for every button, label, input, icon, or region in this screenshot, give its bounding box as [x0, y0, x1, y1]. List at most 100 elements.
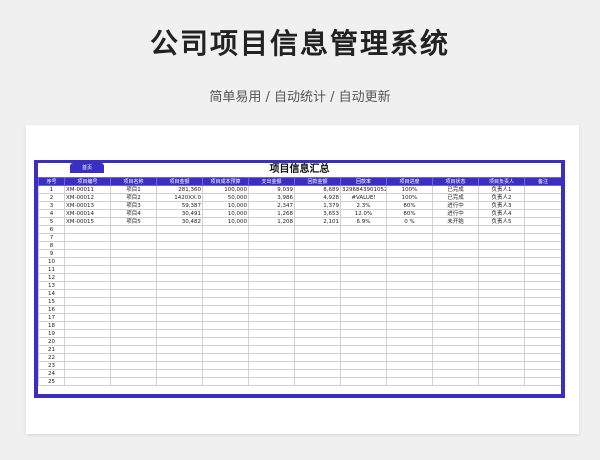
table-cell[interactable]: [478, 361, 525, 370]
table-cell[interactable]: [478, 241, 525, 250]
table-cell[interactable]: [340, 273, 387, 282]
table-cell[interactable]: 负责人1: [478, 185, 525, 194]
table-cell[interactable]: [156, 281, 203, 290]
table-cell[interactable]: [248, 353, 295, 362]
table-cell[interactable]: [248, 377, 295, 386]
table-cell[interactable]: [202, 257, 249, 266]
table-cell[interactable]: [340, 345, 387, 354]
table-cell[interactable]: [110, 273, 157, 282]
table-cell[interactable]: [524, 321, 561, 330]
table-cell[interactable]: [110, 369, 157, 378]
table-cell[interactable]: 1420XX.0: [156, 193, 203, 202]
table-cell[interactable]: 4,928: [294, 193, 341, 202]
table-cell[interactable]: 9,039: [248, 185, 295, 194]
table-cell[interactable]: 23: [38, 361, 65, 370]
table-cell[interactable]: [110, 345, 157, 354]
table-cell[interactable]: [64, 321, 111, 330]
table-cell[interactable]: [248, 313, 295, 322]
table-cell[interactable]: [110, 289, 157, 298]
table-cell[interactable]: 6: [38, 225, 65, 234]
table-cell[interactable]: [432, 313, 479, 322]
table-cell[interactable]: [64, 273, 111, 282]
table-cell[interactable]: [386, 321, 433, 330]
table-cell[interactable]: [294, 257, 341, 266]
table-cell[interactable]: [478, 305, 525, 314]
table-cell[interactable]: [64, 249, 111, 258]
table-cell[interactable]: [386, 345, 433, 354]
table-cell[interactable]: [432, 289, 479, 298]
table-cell[interactable]: [386, 289, 433, 298]
table-cell[interactable]: [64, 257, 111, 266]
table-cell[interactable]: [64, 265, 111, 274]
table-cell[interactable]: [202, 281, 249, 290]
table-cell[interactable]: [110, 281, 157, 290]
table-cell[interactable]: [156, 345, 203, 354]
table-cell[interactable]: [110, 329, 157, 338]
table-cell[interactable]: [110, 265, 157, 274]
table-cell[interactable]: [156, 337, 203, 346]
table-cell[interactable]: [432, 241, 479, 250]
table-cell[interactable]: 59,387: [156, 201, 203, 210]
table-cell[interactable]: XM-00013: [64, 201, 111, 210]
table-cell[interactable]: [110, 257, 157, 266]
table-cell[interactable]: [432, 225, 479, 234]
table-cell[interactable]: [64, 233, 111, 242]
table-cell[interactable]: [248, 281, 295, 290]
table-cell[interactable]: 项目1: [110, 185, 157, 194]
table-cell[interactable]: [524, 305, 561, 314]
table-cell[interactable]: [202, 265, 249, 274]
table-cell[interactable]: [110, 249, 157, 258]
table-cell[interactable]: 100%: [386, 193, 433, 202]
table-cell[interactable]: [294, 249, 341, 258]
table-cell[interactable]: [156, 249, 203, 258]
table-cell[interactable]: [294, 321, 341, 330]
table-cell[interactable]: [248, 289, 295, 298]
table-cell[interactable]: [432, 249, 479, 258]
table-cell[interactable]: [386, 249, 433, 258]
table-cell[interactable]: [248, 369, 295, 378]
table-cell[interactable]: 7: [38, 233, 65, 242]
table-cell[interactable]: [340, 361, 387, 370]
table-cell[interactable]: 10: [38, 257, 65, 266]
table-cell[interactable]: [386, 273, 433, 282]
table-cell[interactable]: 281,360: [156, 185, 203, 194]
table-cell[interactable]: [524, 297, 561, 306]
table-cell[interactable]: [248, 273, 295, 282]
table-cell[interactable]: [248, 337, 295, 346]
table-cell[interactable]: [248, 241, 295, 250]
table-cell[interactable]: 2: [38, 193, 65, 202]
table-cell[interactable]: [64, 241, 111, 250]
table-cell[interactable]: [524, 345, 561, 354]
table-cell[interactable]: [294, 265, 341, 274]
table-cell[interactable]: [340, 225, 387, 234]
table-cell[interactable]: [202, 305, 249, 314]
table-cell[interactable]: [432, 297, 479, 306]
table-cell[interactable]: 12: [38, 273, 65, 282]
table-cell[interactable]: [294, 297, 341, 306]
table-cell[interactable]: [156, 297, 203, 306]
table-cell[interactable]: XM-00015: [64, 217, 111, 226]
table-cell[interactable]: [248, 321, 295, 330]
table-cell[interactable]: [64, 361, 111, 370]
table-cell[interactable]: [340, 377, 387, 386]
table-cell[interactable]: [524, 225, 561, 234]
table-cell[interactable]: [248, 361, 295, 370]
table-cell[interactable]: 负责人4: [478, 209, 525, 218]
table-cell[interactable]: 19: [38, 329, 65, 338]
table-cell[interactable]: [64, 337, 111, 346]
table-cell[interactable]: 11: [38, 265, 65, 274]
table-cell[interactable]: 25: [38, 377, 65, 386]
table-cell[interactable]: [294, 361, 341, 370]
table-cell[interactable]: 1,379: [294, 201, 341, 210]
table-cell[interactable]: [386, 225, 433, 234]
table-cell[interactable]: 24: [38, 369, 65, 378]
table-cell[interactable]: [386, 297, 433, 306]
table-cell[interactable]: 未开始: [432, 217, 479, 226]
table-cell[interactable]: [340, 297, 387, 306]
table-cell[interactable]: [294, 313, 341, 322]
table-cell[interactable]: [432, 329, 479, 338]
table-cell[interactable]: [202, 337, 249, 346]
table-cell[interactable]: [248, 345, 295, 354]
table-cell[interactable]: [432, 305, 479, 314]
table-cell[interactable]: [156, 377, 203, 386]
